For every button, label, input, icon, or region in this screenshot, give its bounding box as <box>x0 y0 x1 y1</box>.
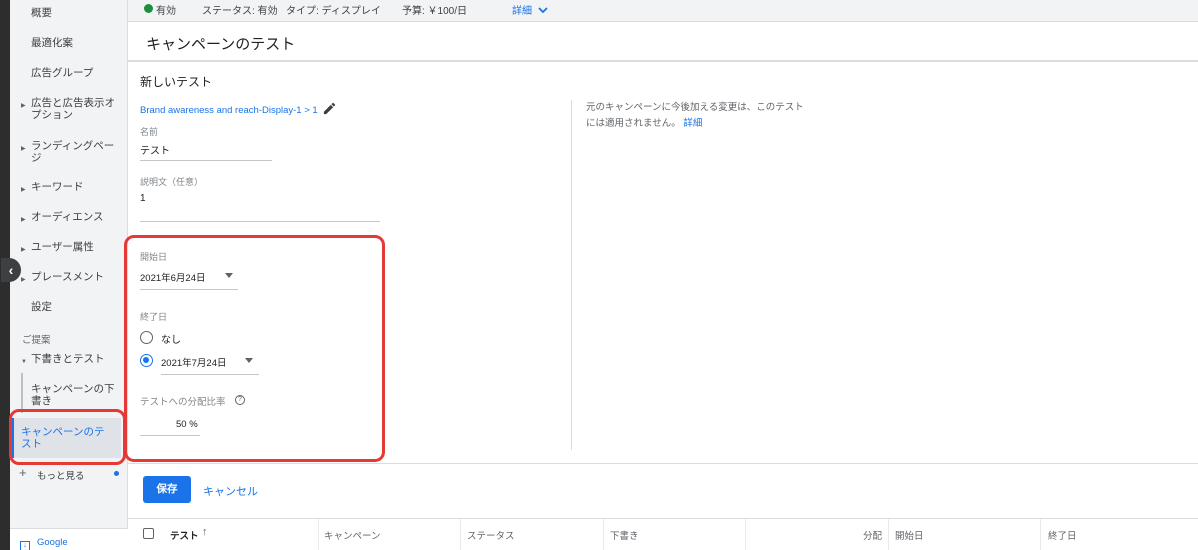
chevron-left-icon: ‹ <box>8 262 14 278</box>
end-date-underline <box>161 374 259 375</box>
card-title: 新しいテスト <box>140 75 213 89</box>
sidebar-item-label: 広告グループ <box>31 67 94 79</box>
plus-icon: + <box>19 465 27 480</box>
sidebar-item-label: 下書きとテスト <box>31 353 105 365</box>
description-input[interactable]: 1 <box>140 193 146 204</box>
sidebar-item-label: オーディエンス <box>31 211 104 223</box>
sidebar-item-label: 概要 <box>31 7 52 19</box>
expand-arrow-icon: ▶ <box>21 103 26 109</box>
page-header: キャンペーンのテスト <box>128 22 1198 62</box>
notice-details-link[interactable]: 詳細 <box>683 118 702 129</box>
column-divider <box>571 100 572 450</box>
end-date-select[interactable]: 2021年7月24日 <box>161 355 226 369</box>
experiments-table-header: テスト ↑ キャンペーン ステータス 下書き 分配 開始日 終了日 <box>128 518 1198 550</box>
campaign-status-bar: 有効 ステータス: 有効 タイプ: ディスプレイ 予算: ￥100/日 詳細 <box>128 0 1198 22</box>
name-label: 名前 <box>140 127 159 137</box>
column-header-campaign[interactable]: キャンペーン <box>324 528 381 542</box>
base-campaign-link[interactable]: Brand awareness and reach-Display-1 > 1 <box>140 105 318 116</box>
column-separator <box>603 519 604 550</box>
split-input-underline <box>140 435 200 436</box>
show-more-label: もっと見る <box>37 471 85 482</box>
name-input-underline <box>140 160 272 161</box>
sidebar-item-label: キーワード <box>31 181 84 193</box>
edit-pencil-icon[interactable] <box>322 101 337 116</box>
description-input-underline <box>140 221 380 222</box>
column-header-end-date[interactable]: 終了日 <box>1048 528 1077 542</box>
details-link[interactable]: 詳細 <box>512 2 532 17</box>
sidebar-item-label: ランディングページ <box>31 140 115 164</box>
sidebar-item-label: プレースメント <box>31 271 104 283</box>
start-date-underline <box>140 289 238 290</box>
type-text: タイプ: ディスプレイ <box>286 6 381 17</box>
start-date-label: 開始日 <box>140 252 168 262</box>
budget-text: 予算: ￥100/日 <box>402 6 468 17</box>
google-label: Google <box>37 537 68 548</box>
help-icon[interactable]: ? <box>235 395 245 405</box>
start-date-select[interactable]: 2021年6月24日 <box>140 270 205 284</box>
sidebar-section-label: ご提案 <box>22 335 51 346</box>
expand-arrow-icon: ▶ <box>21 187 26 193</box>
notice-text: 元のキャンペーンに今後加える変更は、このテストには適用されません。 詳細 <box>586 100 806 132</box>
column-header-status[interactable]: ステータス <box>467 528 515 542</box>
download-icon: ↓ <box>20 541 30 550</box>
column-separator <box>1040 519 1041 550</box>
name-input[interactable]: テスト <box>140 142 170 157</box>
expand-arrow-icon: ▶ <box>21 217 26 223</box>
end-date-radio[interactable] <box>140 354 153 367</box>
actions-divider <box>128 463 1198 464</box>
column-header-start-date[interactable]: 開始日 <box>895 528 924 542</box>
expand-arrow-icon: ▶ <box>21 146 26 152</box>
sidebar-item-label: キャンペーンのテスト <box>21 426 105 450</box>
column-separator <box>460 519 461 550</box>
collapse-arrow-icon: ▼ <box>21 359 27 365</box>
column-separator <box>888 519 889 550</box>
column-header-split[interactable]: 分配 <box>863 528 882 542</box>
column-separator <box>745 519 746 550</box>
end-date-label: 終了日 <box>140 312 168 322</box>
column-header-draft[interactable]: 下書き <box>610 528 639 542</box>
expand-arrow-icon: ▶ <box>21 277 26 283</box>
end-none-label: なし <box>161 335 181 346</box>
split-input[interactable]: 50 % <box>176 419 198 430</box>
sort-ascending-icon[interactable]: ↑ <box>202 526 208 538</box>
sidebar-item-label: キャンペーンの下書き <box>31 383 115 407</box>
sidebar-item-label: 設定 <box>31 301 52 313</box>
sidebar-item-label: 最適化案 <box>31 37 73 49</box>
sidebar-item-campaign-experiments[interactable]: キャンペーンのテスト <box>11 418 121 458</box>
dropdown-arrow-icon[interactable] <box>245 358 253 363</box>
save-button[interactable]: 保存 <box>143 476 191 503</box>
google-tile[interactable]: ↓ Google <box>10 528 128 550</box>
column-separator <box>318 519 319 550</box>
dropdown-arrow-icon[interactable] <box>225 273 233 278</box>
end-none-radio[interactable] <box>140 331 153 344</box>
cancel-button[interactable]: キャンセル <box>203 483 258 499</box>
sidebar-item-label: ユーザー属性 <box>31 241 94 253</box>
sidebar-item-label: 広告と広告表示オプション <box>31 97 115 121</box>
page-title: キャンペーンのテスト <box>146 36 296 53</box>
sidebar-tree-line <box>21 373 23 413</box>
description-label: 説明文（任意） <box>140 177 204 187</box>
expand-arrow-icon: ▶ <box>21 247 26 253</box>
chevron-down-icon[interactable] <box>537 4 549 16</box>
status-dot-icon <box>144 4 153 13</box>
notification-dot <box>114 471 119 476</box>
select-all-checkbox[interactable] <box>143 528 154 539</box>
status-enabled: 有効 <box>156 6 176 17</box>
status-text: ステータス: 有効 <box>202 6 278 17</box>
split-label: テストへの分配比率 <box>140 397 226 408</box>
column-header-experiment[interactable]: テスト <box>170 528 199 542</box>
